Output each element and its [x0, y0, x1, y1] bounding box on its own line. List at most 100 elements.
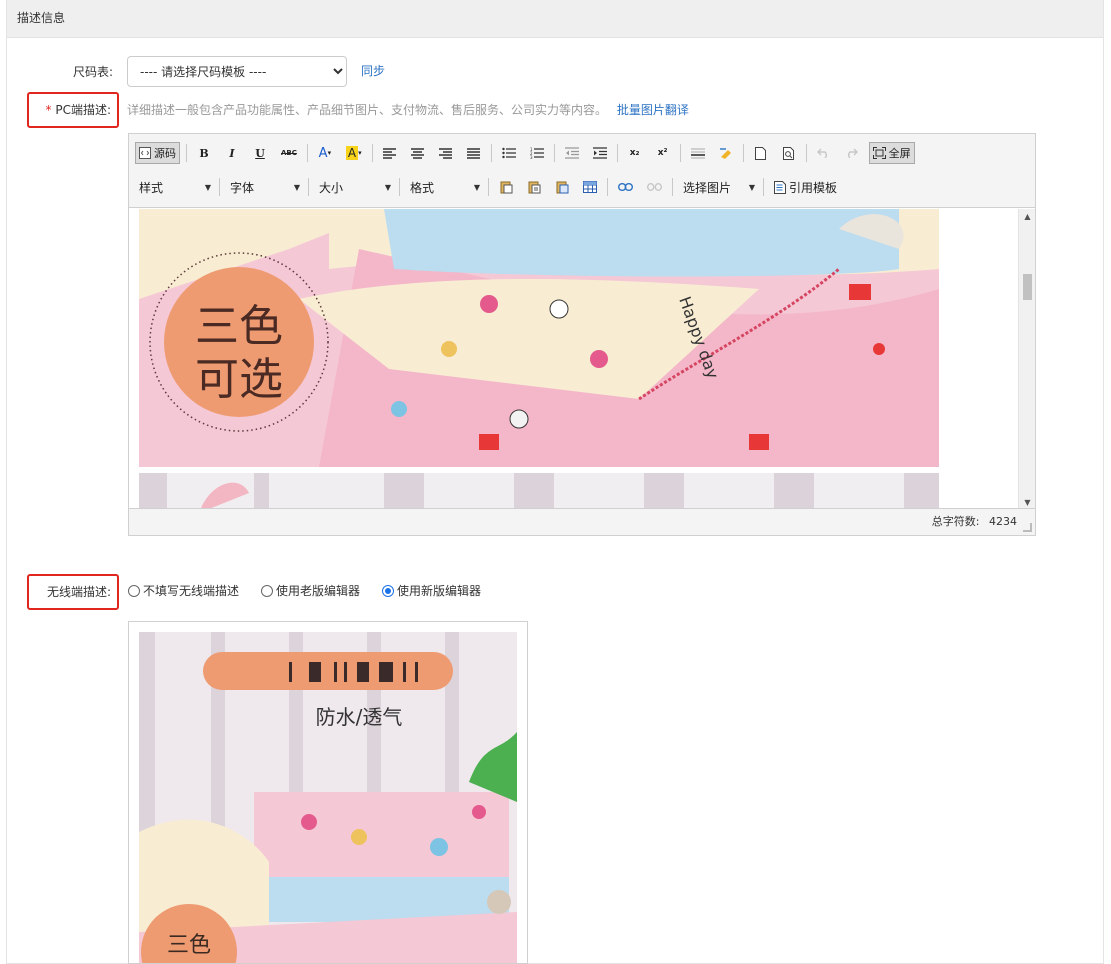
pc-desc-hint: 详细描述一般包含产品功能属性、产品细节图片、支付物流、售后服务、公司实力等内容。… [127, 100, 689, 120]
source-button[interactable]: 源码 [135, 142, 180, 164]
option-label: 使用老版编辑器 [276, 584, 361, 598]
scrollbar-thumb[interactable] [1023, 274, 1032, 300]
option-old-editor[interactable]: 使用老版编辑器 [261, 582, 360, 599]
editor-second-image [139, 473, 939, 510]
select-image-dropdown[interactable]: 选择图片 ▼ [679, 176, 759, 198]
text-color-button[interactable]: A ▾ [314, 142, 336, 164]
editor-content[interactable]: 三色 可选 Happy day [129, 209, 1019, 510]
toolbar-separator [679, 144, 681, 162]
pc-desc-hint-text: 详细描述一般包含产品功能属性、产品细节图片、支付物流、售后服务、公司实力等内容。 [127, 103, 608, 117]
superscript-button[interactable]: x² [652, 142, 674, 164]
paste-word-button[interactable] [551, 176, 573, 198]
mobile-desc-preview[interactable]: 防水/透气 三色 [128, 621, 528, 964]
style-dropdown[interactable]: 样式 ▼ [135, 176, 215, 198]
mobile-preview-badge: 三色 [167, 933, 211, 958]
radio-button[interactable] [128, 584, 140, 597]
font-dropdown-label: 字体 [230, 180, 255, 195]
scroll-down-icon[interactable]: ▼ [1019, 498, 1036, 507]
strikethrough-button[interactable]: ABC [277, 142, 301, 164]
redo-button[interactable] [841, 142, 863, 164]
option-label: 不填写无线端描述 [143, 584, 240, 598]
outdent-button[interactable] [561, 142, 583, 164]
bullet-list-button[interactable] [498, 142, 520, 164]
toolbar-separator [186, 144, 187, 162]
size-dropdown[interactable]: 大小 ▼ [315, 176, 395, 198]
option-no-mobile-desc[interactable]: 不填写无线端描述 [128, 582, 239, 599]
option-label: 使用新版编辑器 [397, 584, 482, 598]
sync-link[interactable]: 同步 [361, 61, 385, 81]
chevron-down-icon: ▼ [748, 182, 755, 192]
unlink-icon [647, 183, 662, 191]
format-dropdown[interactable]: 格式 ▼ [406, 176, 484, 198]
undo-icon [817, 148, 828, 158]
toolbar-separator [308, 178, 309, 196]
align-right-icon [439, 147, 453, 159]
editor-statusbar: 总字符数: 4234 [129, 508, 1035, 535]
table-button[interactable] [579, 176, 601, 198]
align-left-icon [383, 147, 397, 159]
subscript-button[interactable]: x₂ [624, 142, 646, 164]
align-left-button[interactable] [379, 142, 401, 164]
editor-vertical-scrollbar[interactable]: ▲ ▼ [1018, 209, 1035, 510]
scroll-up-icon[interactable]: ▲ [1019, 212, 1036, 221]
indent-button[interactable] [589, 142, 611, 164]
align-right-button[interactable] [435, 142, 457, 164]
mobile-preview-title: 防水/透气 [316, 705, 403, 729]
highlight-color-button[interactable]: A ▾ [342, 142, 366, 164]
editor-product-image: 三色 可选 Happy day [139, 209, 939, 467]
underline-button[interactable]: U [249, 142, 271, 164]
clear-format-button[interactable] [715, 142, 737, 164]
unlink-button[interactable] [643, 176, 666, 198]
paste-text-button[interactable] [523, 176, 545, 198]
batch-translate-link[interactable]: 批量图片翻译 [617, 103, 689, 117]
new-document-button[interactable] [750, 142, 772, 164]
indent-icon [592, 147, 607, 159]
mobile-product-image: 防水/透气 三色 [139, 632, 517, 963]
toolbar-separator [488, 178, 489, 196]
justify-icon [467, 147, 481, 159]
toolbar-row-2: 样式 ▼ 字体 ▼ 大小 ▼ 格式 ▼ 选择图片 ▼ 引用模板 [135, 175, 847, 199]
undo-button[interactable] [813, 142, 835, 164]
numbered-list-button[interactable]: 123 [526, 142, 548, 164]
paste-word-icon [556, 181, 568, 194]
horizontal-rule-button[interactable] [687, 142, 709, 164]
italic-button[interactable]: I [221, 142, 243, 164]
style-dropdown-label: 样式 [139, 180, 164, 195]
font-dropdown[interactable]: 字体 ▼ [226, 176, 304, 198]
resize-grip-icon[interactable] [1023, 523, 1032, 532]
required-star: * [45, 103, 52, 117]
align-center-button[interactable] [407, 142, 429, 164]
preview-icon [782, 146, 794, 160]
char-count-value: 4234 [989, 515, 1017, 528]
toolbar-separator [672, 178, 673, 196]
toolbar-separator [306, 144, 308, 162]
toolbar-separator [490, 144, 492, 162]
radio-button-selected[interactable] [382, 584, 395, 597]
template-icon [774, 180, 786, 194]
new-document-icon [755, 146, 767, 160]
bullet-list-icon [501, 147, 516, 159]
toolbar-separator [607, 178, 608, 196]
bold-button[interactable]: B [193, 142, 215, 164]
banner-text-line2: 可选 [195, 354, 283, 405]
redo-icon [848, 148, 859, 158]
insert-template-button[interactable]: 引用模板 [770, 176, 841, 198]
toolbar-separator [219, 178, 220, 196]
toolbar-separator [553, 144, 555, 162]
fullscreen-button[interactable]: 全屏 [868, 142, 915, 164]
toolbar-row-1: 源码 B I U ABC A ▾ A ▾ 1 2 3 x₂ x² 全屏 [135, 141, 921, 165]
text-color-icon: A [318, 145, 328, 161]
chevron-down-icon: ▼ [384, 182, 391, 192]
option-new-editor[interactable]: 使用新版编辑器 [382, 582, 481, 599]
size-template-select[interactable]: ---- 请选择尺码模板 ---- [127, 56, 347, 87]
paste-button[interactable] [495, 176, 517, 198]
toolbar-separator [616, 144, 618, 162]
paste-icon [500, 181, 512, 194]
clear-format-icon [719, 148, 731, 159]
pc-rich-text-editor[interactable]: 源码 B I U ABC A ▾ A ▾ 1 2 3 x₂ x² 全屏 样式 ▼… [128, 133, 1036, 536]
preview-button[interactable] [778, 142, 800, 164]
link-button[interactable] [614, 176, 637, 198]
justify-button[interactable] [463, 142, 485, 164]
toolbar-separator [371, 144, 373, 162]
radio-button[interactable] [261, 584, 274, 597]
